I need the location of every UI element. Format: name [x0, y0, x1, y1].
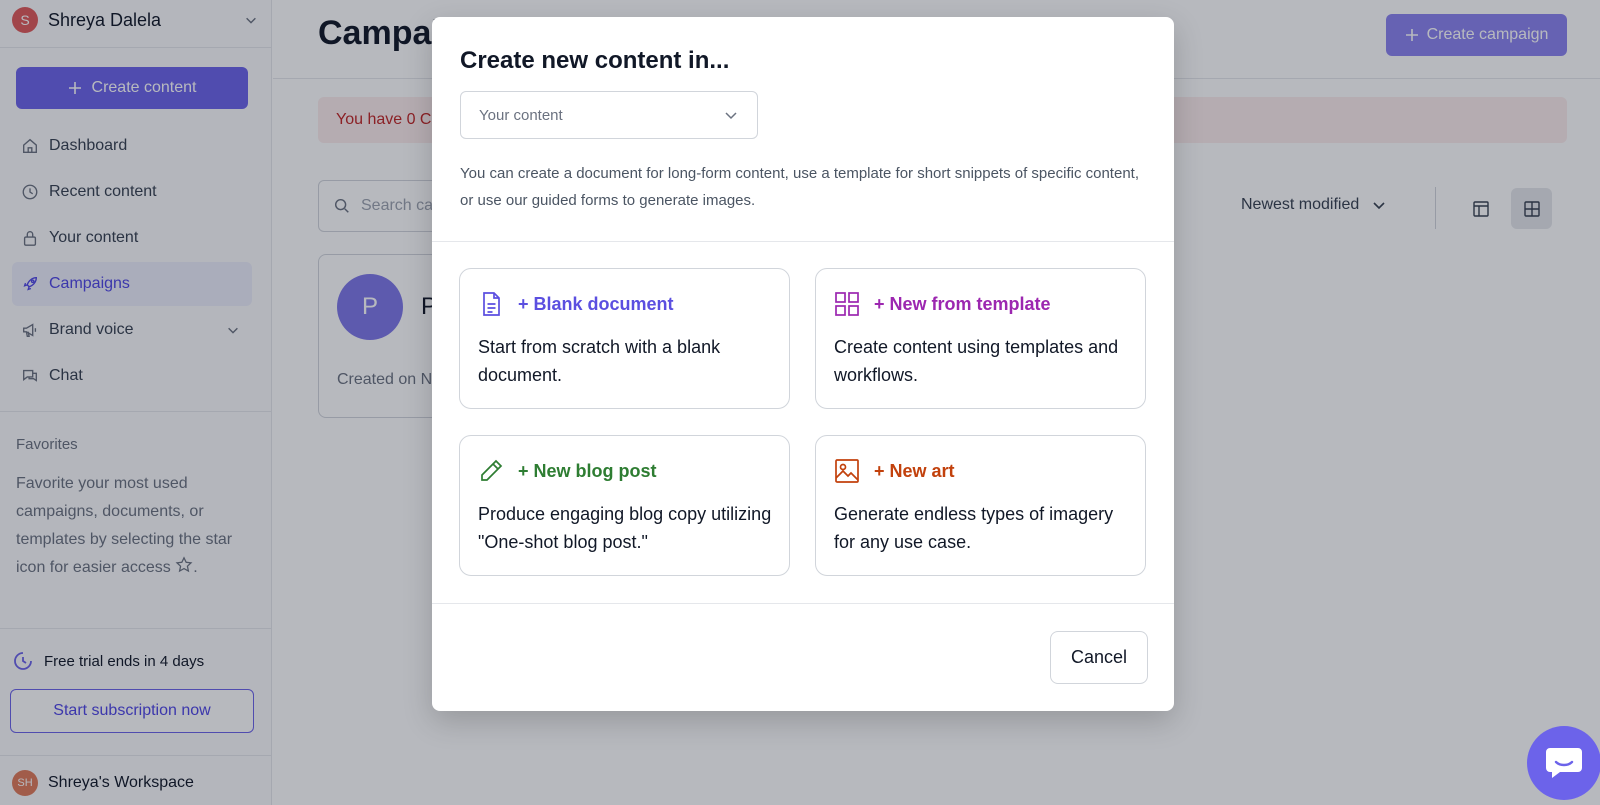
chevron-down-icon	[725, 112, 737, 120]
option-header: + Blank document	[478, 291, 674, 317]
modal-divider	[432, 603, 1174, 604]
option-title: + New from template	[874, 293, 1051, 314]
option-description: Generate endless types of imagery for an…	[834, 504, 1114, 552]
grid-icon	[835, 292, 859, 316]
new-blog-post-option[interactable]: + New blog post Produce engaging blog co…	[459, 435, 790, 576]
new-from-template-option[interactable]: + New from template Create content using…	[815, 268, 1146, 409]
modal-divider	[432, 241, 1174, 242]
option-header: + New art	[834, 458, 955, 484]
option-title: + Blank document	[518, 293, 674, 314]
dropdown-value: Your content	[479, 106, 563, 124]
modal-title: Create new content in...	[460, 47, 730, 74]
chat-bubble-icon	[1546, 748, 1582, 778]
option-title: + New blog post	[518, 460, 657, 481]
new-art-option[interactable]: + New art Generate endless types of imag…	[815, 435, 1146, 576]
option-description: Start from scratch with a blank document…	[478, 337, 721, 385]
option-title: + New art	[874, 460, 955, 481]
support-chat-launcher[interactable]	[1527, 726, 1600, 800]
option-description: Produce engaging blog copy utilizing "On…	[478, 504, 772, 552]
option-header: + New blog post	[478, 458, 657, 484]
blank-document-option[interactable]: + Blank document Start from scratch with…	[459, 268, 790, 409]
modal-description: You can create a document for long-form …	[460, 165, 1139, 209]
option-description: Create content using templates and workf…	[834, 337, 1119, 385]
option-header: + New from template	[834, 291, 1051, 317]
cancel-button[interactable]: Cancel	[1050, 631, 1148, 684]
image-icon	[835, 459, 859, 483]
create-content-modal: Create new content in... Your content Yo…	[432, 17, 1174, 711]
content-location-dropdown[interactable]: Your content	[460, 91, 758, 139]
pencil-icon	[481, 459, 503, 481]
document-icon	[483, 292, 500, 316]
